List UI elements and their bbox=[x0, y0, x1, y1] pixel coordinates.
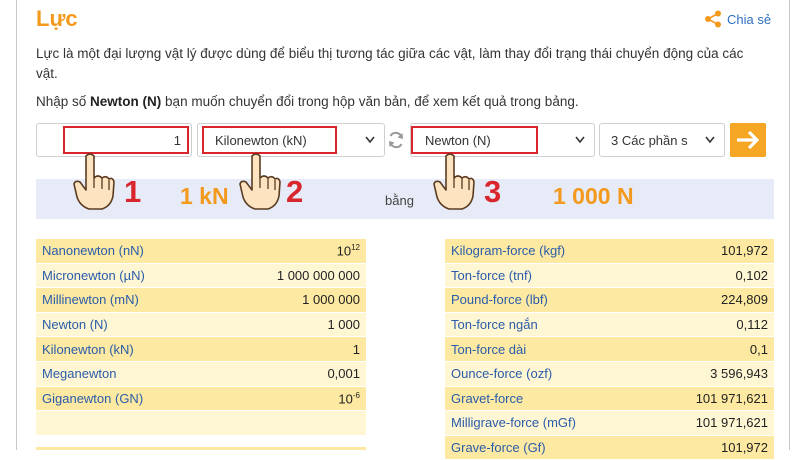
unit-name[interactable]: Newton (N) bbox=[36, 312, 217, 338]
share-button[interactable]: Chia sẻ bbox=[704, 10, 771, 28]
table-row: Ton-force dài 0,1 bbox=[445, 336, 774, 362]
value-exponent: 12 bbox=[351, 243, 360, 253]
highlight-box-to-unit bbox=[411, 126, 538, 154]
unit-value: 1 000 bbox=[216, 312, 366, 338]
unit-name[interactable]: Nanonewton (nN) bbox=[36, 239, 217, 264]
pointing-hand-icon bbox=[239, 153, 281, 210]
table-row: Milligrave-force (mGf) 101 971,621 bbox=[445, 410, 774, 436]
instruction-text: Nhập số Newton (N) bạn muốn chuyển đổi t… bbox=[36, 94, 579, 109]
unit-value bbox=[216, 410, 366, 436]
pointing-hand-icon bbox=[433, 153, 475, 210]
page-border-right bbox=[789, 0, 790, 450]
unit-value: 1 000 000 bbox=[216, 287, 366, 313]
table-row: Kilonewton (kN) 1 bbox=[36, 336, 366, 362]
precision-value: 3 Các phần s bbox=[611, 133, 688, 148]
table-row: Kilogram-force (kgf) 101,972 bbox=[445, 239, 774, 264]
unit-name[interactable]: Pound-force (lbf) bbox=[445, 287, 649, 313]
swap-units-button[interactable] bbox=[386, 130, 406, 155]
unit-name[interactable]: Giganewton (GN) bbox=[36, 386, 217, 412]
refresh-icon bbox=[389, 131, 403, 149]
table-row: Gravet-force 101 971,621 bbox=[445, 386, 774, 412]
table-row: Pound-force (lbf) 224,809 bbox=[445, 287, 774, 313]
unit-value: 0,1 bbox=[648, 336, 774, 362]
arrow-right-icon bbox=[737, 130, 760, 150]
table-row: Meganewton 0,001 bbox=[36, 361, 366, 387]
share-label: Chia sẻ bbox=[727, 11, 772, 27]
result-equals-label: bằng bbox=[385, 193, 414, 208]
step-number-2: 2 bbox=[286, 174, 304, 209]
instruction-pre: Nhập số bbox=[36, 94, 91, 109]
page-border-left bbox=[16, 0, 17, 450]
precision-select[interactable]: 3 Các phần s bbox=[599, 123, 725, 157]
unit-name[interactable]: Meganewton bbox=[36, 361, 217, 387]
unit-value: 101 971,621 bbox=[648, 410, 774, 436]
unit-value: 0,112 bbox=[648, 312, 774, 338]
unit-name[interactable]: Ton-force (tnf) bbox=[445, 263, 649, 289]
share-icon bbox=[705, 10, 721, 28]
unit-value: 101,972 bbox=[648, 239, 774, 264]
highlight-box-input bbox=[63, 126, 189, 154]
unit-value: 0,001 bbox=[216, 361, 366, 387]
table-row: Ton-force (tnf) 0,102 bbox=[445, 263, 774, 289]
unit-value: 1012 bbox=[216, 239, 366, 264]
unit-value: 1 000 000 000 bbox=[216, 263, 366, 289]
table-row: Newton (N) 1 000 bbox=[36, 312, 366, 338]
unit-name[interactable]: Grave-force (Gf) bbox=[445, 435, 649, 460]
table-row: Ton-force ngắn 0,112 bbox=[445, 312, 774, 338]
unit-name[interactable]: Ton-force dài bbox=[445, 336, 649, 362]
unit-name[interactable]: Milligrave-force (mGf) bbox=[445, 410, 649, 436]
table-row bbox=[36, 410, 366, 436]
convert-button[interactable] bbox=[730, 123, 766, 157]
step-number-1: 1 bbox=[124, 174, 142, 209]
table-row: Micronewton (µN) 1 000 000 000 bbox=[36, 263, 366, 289]
unit-value: 1 bbox=[216, 336, 366, 362]
value-exponent: -6 bbox=[352, 390, 360, 400]
result-from-value: 1 kN bbox=[180, 183, 229, 209]
unit-value: 10-6 bbox=[216, 386, 366, 412]
result-to-value: 1 000 N bbox=[553, 183, 634, 209]
table-row: Nanonewton (nN) 1012 bbox=[36, 239, 366, 264]
unit-name[interactable]: Micronewton (µN) bbox=[36, 263, 217, 289]
value-base: 10 bbox=[336, 243, 352, 259]
page-description: Lực là một đại lượng vật lý được dùng để… bbox=[36, 46, 744, 81]
chevron-down-icon bbox=[365, 136, 375, 144]
table-row: Giganewton (GN) 10-6 bbox=[36, 386, 366, 412]
unit-name[interactable]: Kilogram-force (kgf) bbox=[445, 239, 649, 264]
value-base: 10 bbox=[338, 391, 353, 407]
chevron-down-icon bbox=[575, 136, 585, 144]
unit-value: 101,972 bbox=[648, 435, 774, 460]
other-units-table: Kilogram-force (kgf) 101,972 Ton-force (t… bbox=[445, 239, 774, 460]
unit-name[interactable]: Ton-force ngắn bbox=[445, 312, 649, 338]
step-number-3: 3 bbox=[484, 174, 502, 209]
table-row: Ounce-force (ozf) 3 596,943 bbox=[445, 361, 774, 387]
chevron-down-icon bbox=[705, 136, 715, 144]
unit-name[interactable]: Ounce-force (ozf) bbox=[445, 361, 649, 387]
unit-value: 101 971,621 bbox=[648, 386, 774, 412]
instruction-unit: Newton (N) bbox=[90, 94, 162, 109]
unit-value: 224,809 bbox=[648, 287, 774, 313]
instruction-post: bạn muốn chuyển đổi trong hộp văn bản, đ… bbox=[161, 94, 579, 109]
unit-name[interactable]: Kilonewton (kN) bbox=[36, 336, 217, 362]
unit-name[interactable]: Gravet-force bbox=[445, 386, 649, 412]
table-row: Millinewton (mN) 1 000 000 bbox=[36, 287, 366, 313]
unit-name[interactable]: Millinewton (mN) bbox=[36, 287, 217, 313]
highlight-box-from-unit bbox=[202, 126, 337, 154]
page-title: Lực bbox=[36, 6, 78, 31]
metric-units-table: Nanonewton (nN) 1012 Micronewton (µN) 1 00… bbox=[36, 239, 366, 436]
unit-value: 0,102 bbox=[648, 263, 774, 289]
pointing-hand-icon bbox=[73, 153, 115, 210]
unit-name bbox=[36, 410, 217, 436]
table-row: Grave-force (Gf) 101,972 bbox=[445, 435, 774, 460]
unit-value: 3 596,943 bbox=[648, 361, 774, 387]
